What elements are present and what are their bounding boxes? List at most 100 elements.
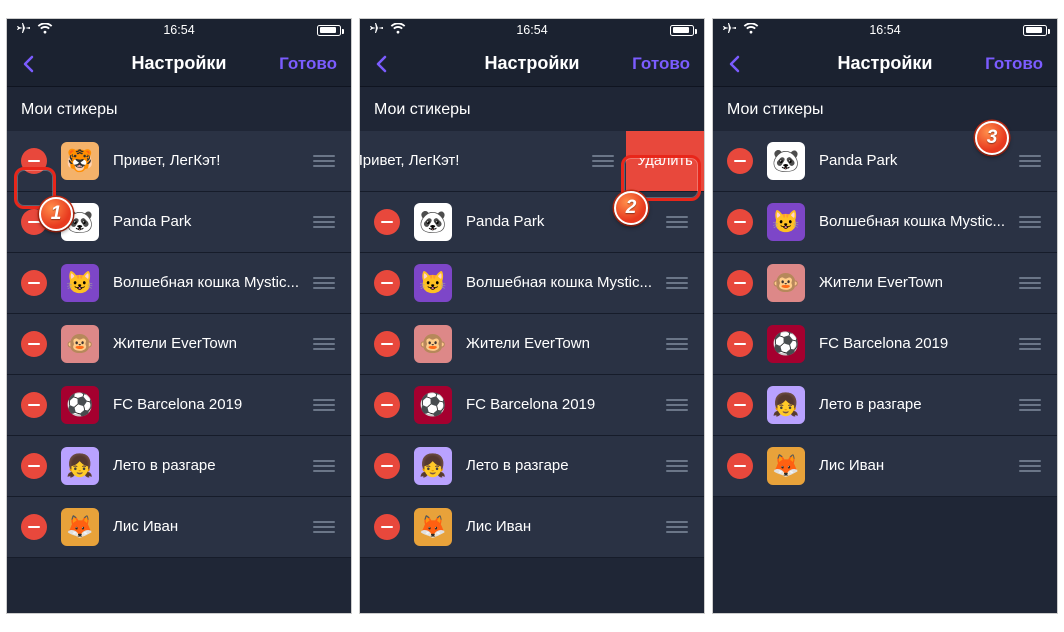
remove-button[interactable]: [21, 331, 47, 357]
status-time: 16:54: [516, 23, 547, 37]
sticker-thumbnail: 🐵: [767, 264, 805, 302]
sticker-row[interactable]: 🐵Жители EverTown: [7, 314, 351, 375]
remove-button[interactable]: [727, 331, 753, 357]
remove-button[interactable]: [727, 209, 753, 235]
battery-icon: [1023, 25, 1047, 36]
sticker-thumbnail: ⚽: [414, 386, 452, 424]
sticker-thumbnail: 🦊: [767, 447, 805, 485]
sticker-thumbnail: 🐯: [61, 142, 99, 180]
drag-handle-icon[interactable]: [662, 277, 692, 289]
drag-handle-icon[interactable]: [309, 460, 339, 472]
back-button[interactable]: [713, 42, 757, 86]
sticker-row[interactable]: ⚽FC Barcelona 2019: [7, 375, 351, 436]
remove-button[interactable]: [374, 331, 400, 357]
drag-handle-icon[interactable]: [309, 155, 339, 167]
wifi-icon: [390, 23, 406, 38]
status-time: 16:54: [163, 23, 194, 37]
drag-handle-icon[interactable]: [1015, 277, 1045, 289]
drag-handle-icon[interactable]: [588, 155, 618, 167]
sticker-label: Лис Иван: [113, 518, 309, 537]
nav-title: Настройки: [132, 53, 227, 74]
remove-button[interactable]: [374, 392, 400, 418]
status-bar: 16:54: [7, 19, 351, 41]
drag-handle-icon[interactable]: [1015, 338, 1045, 350]
sticker-thumbnail: 😺: [61, 264, 99, 302]
remove-button[interactable]: [374, 270, 400, 296]
sticker-label: Волшебная кошка Mystic...: [819, 213, 1015, 232]
remove-button[interactable]: [727, 453, 753, 479]
sticker-label: Привет, ЛегКэт!: [359, 152, 588, 171]
sticker-label: Лис Иван: [466, 518, 662, 537]
delete-button[interactable]: Удалить: [626, 131, 704, 191]
sticker-label: Лето в разгаре: [113, 457, 309, 476]
sticker-thumbnail: 👧: [61, 447, 99, 485]
sticker-row[interactable]: 😺Волшебная кошка Mystic...: [7, 253, 351, 314]
sticker-label: Panda Park: [113, 213, 309, 232]
drag-handle-icon[interactable]: [662, 460, 692, 472]
back-button[interactable]: [7, 42, 51, 86]
battery-icon: [317, 25, 341, 36]
drag-handle-icon[interactable]: [1015, 216, 1045, 228]
sticker-row[interactable]: ⚽FC Barcelona 2019: [360, 375, 704, 436]
airplane-mode-icon: [723, 22, 737, 38]
remove-button[interactable]: [21, 514, 47, 540]
remove-button[interactable]: [374, 453, 400, 479]
sticker-row[interactable]: 😺 Волшебная кошка Mystic...: [713, 192, 1057, 253]
drag-handle-icon[interactable]: [309, 216, 339, 228]
remove-button[interactable]: [374, 209, 400, 235]
drag-handle-icon[interactable]: [309, 338, 339, 350]
sticker-row[interactable]: 🐵Жители EverTown: [713, 253, 1057, 314]
sticker-label: Лето в разгаре: [819, 396, 1015, 415]
battery-icon: [670, 25, 694, 36]
remove-button[interactable]: [727, 148, 753, 174]
drag-handle-icon[interactable]: [662, 216, 692, 228]
remove-button[interactable]: [727, 270, 753, 296]
nav-title: Настройки: [485, 53, 580, 74]
sticker-row[interactable]: 👧 Лето в разгаре: [7, 436, 351, 497]
drag-handle-icon[interactable]: [1015, 399, 1045, 411]
sticker-row[interactable]: 🦊Лис Иван: [713, 436, 1057, 497]
remove-button[interactable]: [21, 148, 47, 174]
airplane-mode-icon: [370, 22, 384, 38]
drag-handle-icon[interactable]: [662, 399, 692, 411]
drag-handle-icon[interactable]: [662, 338, 692, 350]
section-header: Мои стикеры: [360, 87, 704, 131]
callout-badge-2: 2: [614, 191, 648, 225]
sticker-row[interactable]: 👧Лето в разгаре: [360, 436, 704, 497]
nav-bar: Настройки Готово: [360, 41, 704, 87]
wifi-icon: [37, 23, 53, 38]
sticker-thumbnail: 👧: [767, 386, 805, 424]
done-button[interactable]: Готово: [279, 54, 337, 74]
back-button[interactable]: [360, 42, 404, 86]
sticker-row[interactable]: 👧 Лето в разгаре: [713, 375, 1057, 436]
drag-handle-icon[interactable]: [1015, 460, 1045, 472]
sticker-row[interactable]: 🐯Привет, ЛегКэт!: [7, 131, 351, 192]
remove-button[interactable]: [374, 514, 400, 540]
sticker-row[interactable]: 🦊Лис Иван: [360, 497, 704, 558]
phone-screen-3: 16:54 Настройки Готово Мои стикеры 🐼Pand…: [712, 18, 1058, 614]
sticker-row[interactable]: Удалить🐯Привет, ЛегКэт!: [360, 131, 704, 192]
remove-button[interactable]: [21, 392, 47, 418]
status-bar: 16:54: [713, 19, 1057, 41]
sticker-thumbnail: ⚽: [767, 325, 805, 363]
done-button[interactable]: Готово: [985, 54, 1043, 74]
remove-button[interactable]: [21, 453, 47, 479]
drag-handle-icon[interactable]: [309, 277, 339, 289]
sticker-row[interactable]: 🐵Жители EverTown: [360, 314, 704, 375]
sticker-row[interactable]: 🦊Лис Иван: [7, 497, 351, 558]
airplane-mode-icon: [17, 22, 31, 38]
sticker-row[interactable]: ⚽FC Barcelona 2019: [713, 314, 1057, 375]
drag-handle-icon[interactable]: [309, 521, 339, 533]
sticker-row[interactable]: 🐼Panda Park: [360, 192, 704, 253]
drag-handle-icon[interactable]: [662, 521, 692, 533]
sticker-label: Лето в разгаре: [466, 457, 662, 476]
drag-handle-icon[interactable]: [309, 399, 339, 411]
remove-button[interactable]: [727, 392, 753, 418]
sticker-thumbnail: 😺: [767, 203, 805, 241]
sticker-row[interactable]: 😺Волшебная кошка Mystic...: [360, 253, 704, 314]
done-button[interactable]: Готово: [632, 54, 690, 74]
sticker-list: 🐼Panda Park😺Волшебная кошка Mystic...🐵Жи…: [713, 131, 1057, 613]
remove-button[interactable]: [21, 270, 47, 296]
drag-handle-icon[interactable]: [1015, 155, 1045, 167]
sticker-label: Жители EverTown: [466, 335, 662, 354]
